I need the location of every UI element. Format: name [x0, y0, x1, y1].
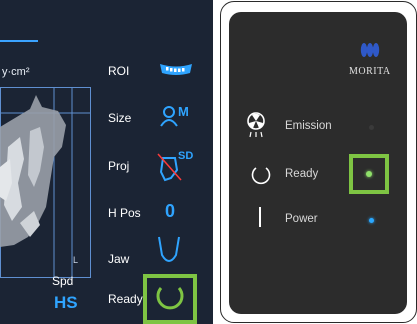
power-bar-icon	[259, 207, 261, 227]
ready-button[interactable]	[143, 274, 197, 324]
jaw-button[interactable]	[156, 235, 182, 272]
xray-preview[interactable]: L	[0, 87, 92, 282]
dose-unit-text: y·cm²	[2, 66, 30, 78]
patient-size-icon	[160, 106, 178, 127]
size-button[interactable]	[158, 104, 180, 133]
touch-panel-screen: y·cm² L ROI Size M Proj SD H Pos 0 Jaw S…	[0, 0, 213, 324]
roi-label: ROI	[108, 64, 130, 78]
radiation-icon	[246, 112, 266, 143]
image-corner-label: L	[73, 255, 78, 265]
ready-ring-icon	[251, 165, 271, 190]
ready-led	[366, 171, 372, 177]
proj-value: SD	[178, 150, 194, 162]
ready-status-icon	[156, 287, 184, 310]
ready-indicator-label: Ready	[285, 168, 319, 180]
emission-led	[369, 125, 374, 130]
active-tab-indicator[interactable]	[0, 40, 38, 42]
hpos-value[interactable]: 0	[165, 201, 175, 222]
speed-label: Spd	[52, 274, 74, 288]
morita-logo-icon	[359, 40, 381, 63]
size-value: M	[178, 104, 189, 119]
proj-label: Proj	[108, 159, 130, 173]
size-label: Size	[108, 111, 132, 125]
power-led	[369, 218, 374, 223]
emission-label: Emission	[285, 120, 332, 132]
ready-label: Ready	[108, 292, 143, 306]
roi-button[interactable]	[158, 61, 194, 82]
speed-value[interactable]: HS	[54, 293, 78, 313]
hpos-label: H Pos	[108, 206, 141, 220]
dental-arch-icon	[160, 64, 192, 75]
ready-led-highlight	[349, 154, 389, 194]
brand-name: MORITA	[349, 66, 391, 77]
jaw-label: Jaw	[108, 252, 130, 266]
jaw-shape-icon	[158, 236, 180, 262]
power-label: Power	[285, 213, 318, 225]
